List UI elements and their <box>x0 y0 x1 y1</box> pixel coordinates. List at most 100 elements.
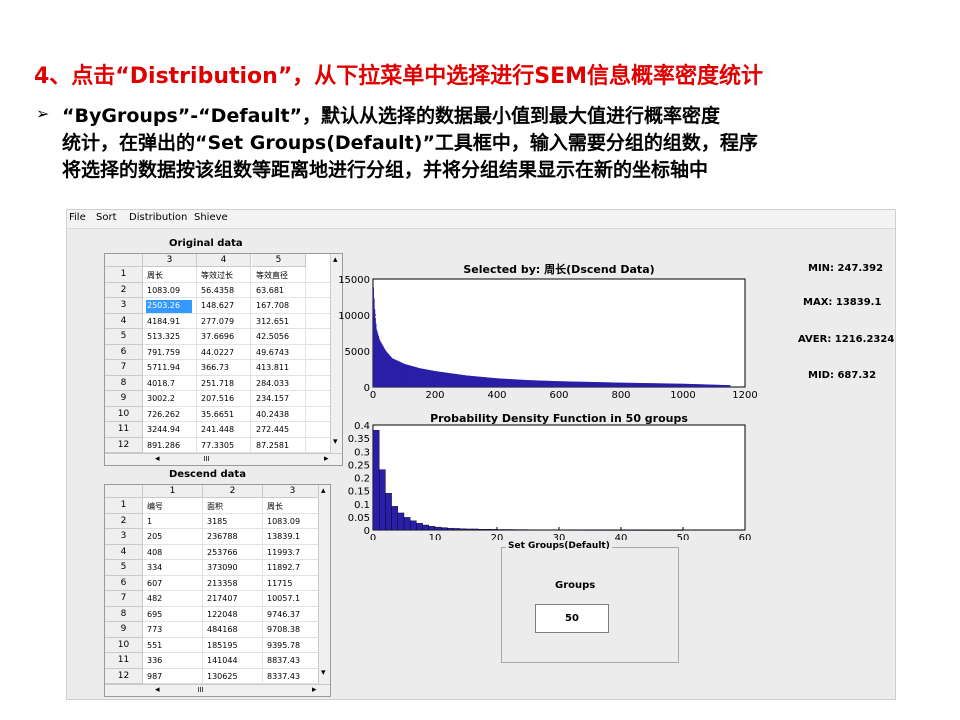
column-header[interactable]: 1 <box>143 485 203 498</box>
scroll-grip[interactable]: III <box>198 686 204 694</box>
menu-sort[interactable]: Sort <box>96 212 117 223</box>
table-cell[interactable]: 217407 <box>207 594 238 603</box>
scroll-up-arrow-icon[interactable]: ▴ <box>321 486 326 496</box>
table-cell[interactable]: 3244.94 <box>147 425 180 434</box>
horizontal-scrollbar[interactable]: ◂ III ▸ <box>105 453 342 465</box>
row-header[interactable]: 4 <box>105 544 143 560</box>
table-cell[interactable]: 334 <box>147 563 162 572</box>
row-header[interactable]: 2 <box>105 282 143 298</box>
table-cell[interactable]: 513.325 <box>147 332 180 341</box>
table-cell[interactable]: 1 <box>147 517 152 526</box>
table-cell[interactable]: 2503.26 <box>147 301 180 310</box>
table-cell[interactable]: 编号 <box>147 501 163 512</box>
scroll-grip[interactable]: III <box>204 455 210 463</box>
table-cell[interactable]: 366.73 <box>201 363 229 372</box>
table-cell[interactable]: 185195 <box>207 641 238 650</box>
scroll-down-arrow-icon[interactable]: ▾ <box>321 668 326 678</box>
table-cell[interactable]: 695 <box>147 610 162 619</box>
table-cell[interactable]: 37.6696 <box>201 332 234 341</box>
table-cell[interactable]: 8337.43 <box>267 672 300 681</box>
table-cell[interactable]: 141044 <box>207 656 238 665</box>
table-cell[interactable]: 205 <box>147 532 162 541</box>
row-header[interactable]: 3 <box>105 298 143 314</box>
column-header[interactable]: 4 <box>197 254 251 267</box>
table-cell[interactable]: 11993.7 <box>267 548 300 557</box>
table-cell[interactable]: 4184.91 <box>147 317 180 326</box>
table-cell[interactable]: 130625 <box>207 672 238 681</box>
groups-input[interactable]: 50 <box>535 604 609 633</box>
row-header[interactable]: 9 <box>105 391 143 407</box>
table-cell[interactable]: 35.6651 <box>201 410 234 419</box>
table-cell[interactable]: 8837.43 <box>267 656 300 665</box>
table-cell[interactable]: 周长 <box>147 270 163 281</box>
column-header[interactable]: 2 <box>203 485 263 498</box>
table-cell[interactable]: 373090 <box>207 563 238 572</box>
table-cell[interactable]: 551 <box>147 641 162 650</box>
table-cell[interactable]: 11715 <box>267 579 292 588</box>
table-cell[interactable]: 77.3305 <box>201 441 234 450</box>
menu-shieve[interactable]: Shieve <box>194 212 228 223</box>
table-cell[interactable]: 9708.38 <box>267 625 300 634</box>
row-header[interactable]: 8 <box>105 375 143 391</box>
table-cell[interactable]: 5711.94 <box>147 363 180 372</box>
table-cell[interactable]: 207.516 <box>201 394 234 403</box>
row-header[interactable]: 5 <box>105 560 143 576</box>
row-header[interactable]: 11 <box>105 422 143 438</box>
table-cell[interactable]: 9395.78 <box>267 641 300 650</box>
row-header[interactable]: 4 <box>105 313 143 329</box>
scroll-left-arrow-icon[interactable]: ◂ <box>155 454 160 464</box>
table-cell[interactable]: 56.4358 <box>201 286 234 295</box>
row-header[interactable]: 6 <box>105 575 143 591</box>
menu-file[interactable]: File <box>69 212 86 223</box>
table-cell[interactable]: 3002.2 <box>147 394 175 403</box>
table-cell[interactable]: 4018.7 <box>147 379 175 388</box>
row-header[interactable]: 3 <box>105 529 143 545</box>
row-header[interactable]: 10 <box>105 637 143 653</box>
row-header[interactable]: 12 <box>105 668 143 684</box>
original-data-table[interactable]: 3 4 5 1 周长 等效过长 等效直径 2 1083.09 56.4358 63.681 3 2503… <box>104 253 343 466</box>
row-header[interactable]: 6 <box>105 344 143 360</box>
table-cell[interactable]: 726.262 <box>147 410 180 419</box>
row-header[interactable]: 10 <box>105 406 143 422</box>
menu-distribution[interactable]: Distribution <box>129 212 187 223</box>
table-cell[interactable]: 1083.09 <box>267 517 300 526</box>
column-header[interactable]: 5 <box>252 254 306 267</box>
scroll-right-arrow-icon[interactable]: ▸ <box>312 685 317 695</box>
table-cell[interactable]: 11892.7 <box>267 563 300 572</box>
table-cell[interactable]: 413.811 <box>256 363 289 372</box>
table-cell[interactable]: 284.033 <box>256 379 289 388</box>
table-cell[interactable]: 336 <box>147 656 162 665</box>
row-header[interactable]: 2 <box>105 513 143 529</box>
row-header[interactable]: 5 <box>105 329 143 345</box>
table-cell[interactable]: 312.651 <box>256 317 289 326</box>
table-cell[interactable]: 213358 <box>207 579 238 588</box>
table-cell[interactable]: 87.2581 <box>256 441 289 450</box>
table-cell[interactable]: 10057.1 <box>267 594 300 603</box>
table-cell[interactable]: 253766 <box>207 548 238 557</box>
vertical-scrollbar[interactable]: ▴ ▾ <box>318 485 330 684</box>
table-cell[interactable]: 891.286 <box>147 441 180 450</box>
row-header[interactable]: 9 <box>105 622 143 638</box>
column-header[interactable]: 3 <box>263 485 323 498</box>
table-cell[interactable]: 987 <box>147 672 162 681</box>
table-cell[interactable]: 236788 <box>207 532 238 541</box>
horizontal-scrollbar[interactable]: ◂ III ▸ <box>105 684 330 696</box>
table-cell[interactable]: 1083.09 <box>147 286 180 295</box>
table-cell[interactable]: 面积 <box>207 501 223 512</box>
row-header[interactable]: 12 <box>105 437 143 453</box>
scroll-right-arrow-icon[interactable]: ▸ <box>324 454 329 464</box>
row-header[interactable]: 1 <box>105 498 143 514</box>
table-cell[interactable]: 42.5056 <box>256 332 289 341</box>
table-cell[interactable]: 607 <box>147 579 162 588</box>
table-cell[interactable]: 241.448 <box>201 425 234 434</box>
table-cell[interactable]: 3185 <box>207 517 227 526</box>
table-cell[interactable]: 482 <box>147 594 162 603</box>
table-cell[interactable]: 等效直径 <box>256 270 288 281</box>
row-header[interactable]: 7 <box>105 360 143 376</box>
row-header[interactable]: 11 <box>105 653 143 669</box>
table-cell[interactable]: 167.708 <box>256 301 289 310</box>
table-cell[interactable]: 周长 <box>267 501 283 512</box>
table-cell[interactable]: 122048 <box>207 610 238 619</box>
table-cell[interactable]: 13839.1 <box>267 532 300 541</box>
table-cell[interactable]: 63.681 <box>256 286 284 295</box>
